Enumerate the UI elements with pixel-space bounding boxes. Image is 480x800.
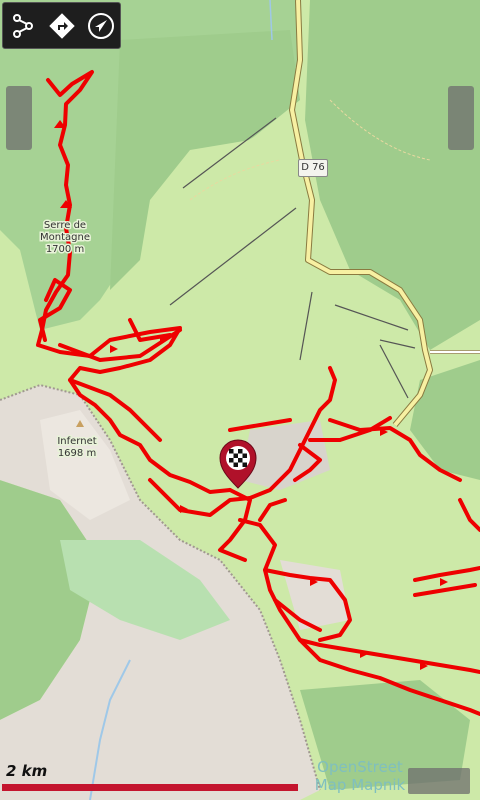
directions-button[interactable] bbox=[45, 9, 79, 43]
place-label: Serre de bbox=[44, 220, 86, 231]
place-elevation: 1700 m bbox=[46, 244, 84, 255]
place-label: Montagne bbox=[40, 232, 90, 243]
right-panel-handle[interactable] bbox=[448, 86, 474, 150]
map-canvas[interactable]: Serre de Montagne 1700 m Infernet 1698 m bbox=[0, 0, 480, 800]
left-panel-handle[interactable] bbox=[6, 86, 32, 150]
navigation-arrow-icon bbox=[87, 12, 114, 39]
route-nodes-icon bbox=[12, 13, 33, 38]
scale-bar bbox=[2, 784, 298, 791]
attribution-line-1: OpenStreet bbox=[317, 758, 403, 776]
place-elevation: 1698 m bbox=[58, 448, 96, 459]
navigation-arrow-button[interactable] bbox=[84, 9, 118, 43]
map-attribution[interactable]: OpenStreet Map Mapnik bbox=[308, 758, 412, 794]
attribution-line-2: Map Mapnik bbox=[314, 776, 406, 794]
road-label: D 76 bbox=[298, 159, 328, 177]
scale-label: 2 km bbox=[6, 762, 48, 780]
route-nodes-button[interactable] bbox=[6, 9, 40, 43]
place-label: Infernet bbox=[57, 436, 96, 447]
map-toolbar bbox=[2, 2, 121, 49]
directions-icon bbox=[48, 12, 75, 39]
map-corner-control[interactable] bbox=[408, 768, 470, 794]
